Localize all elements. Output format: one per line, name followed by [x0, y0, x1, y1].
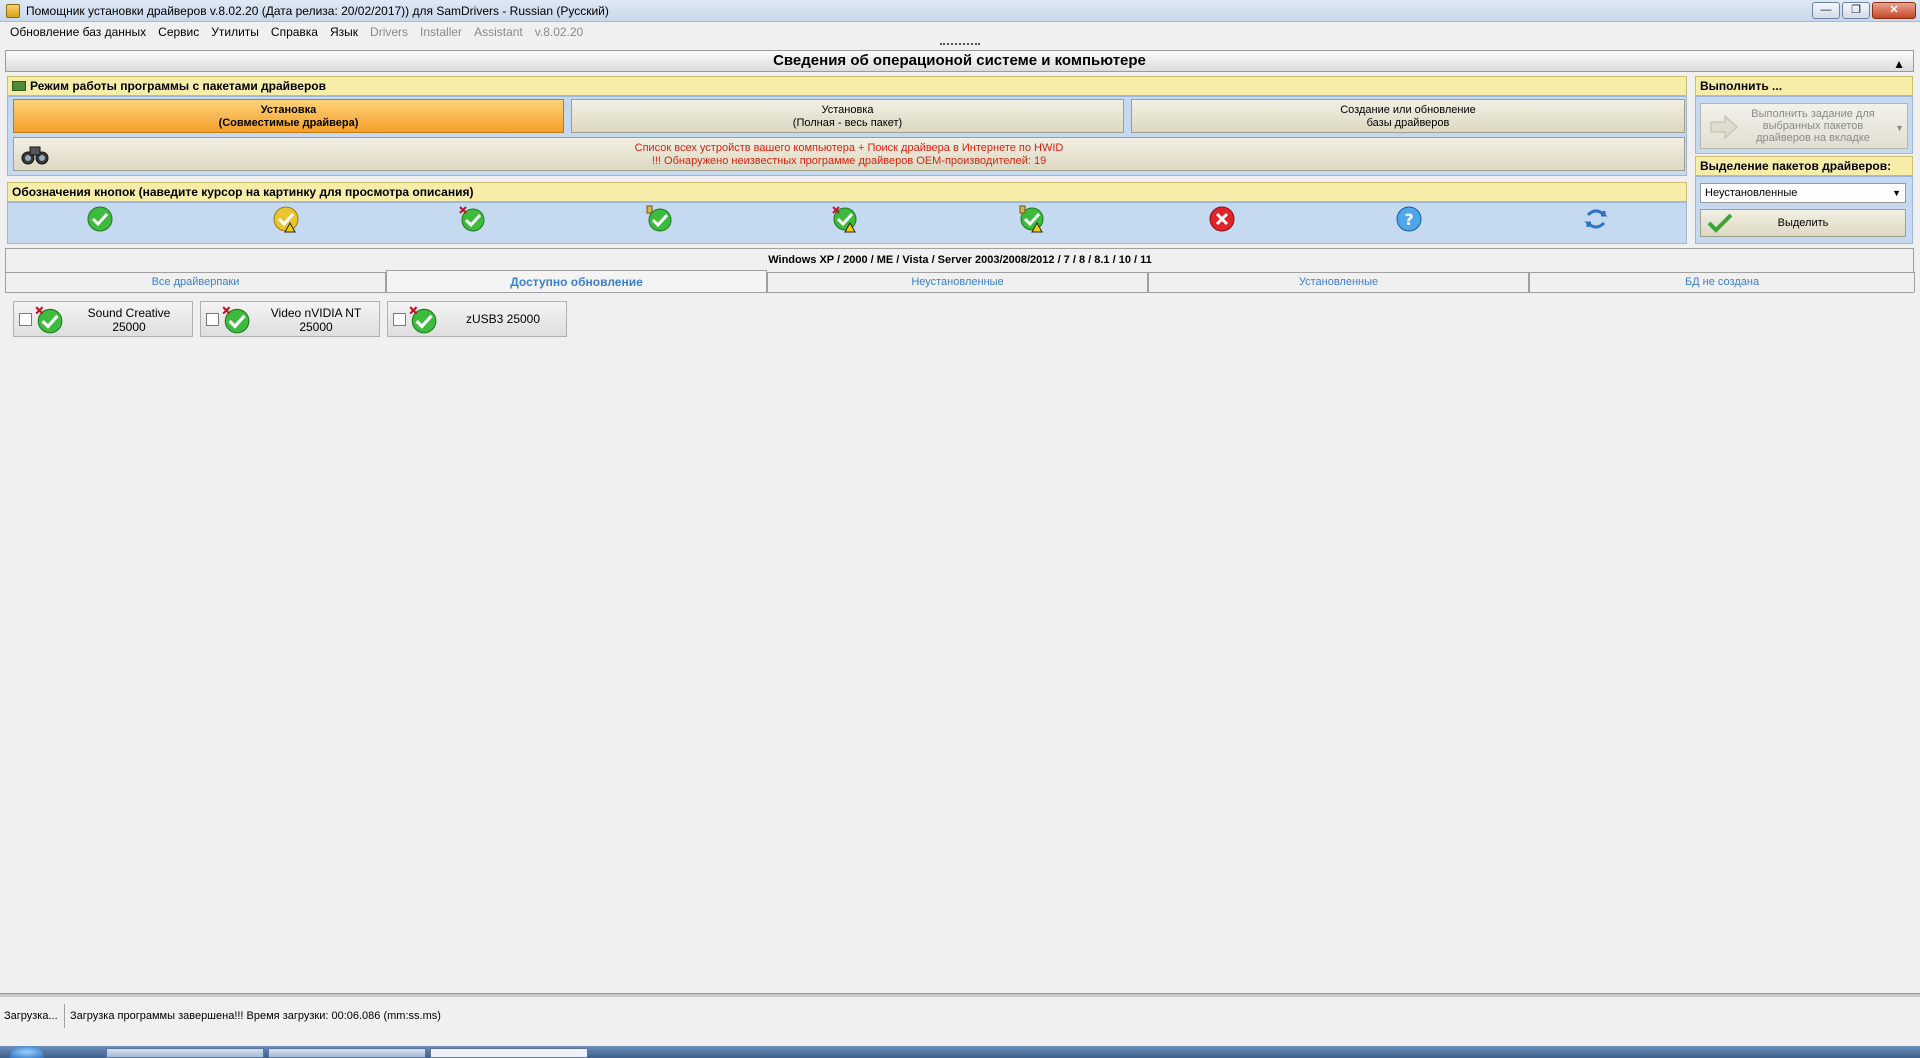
triangle-up-icon[interactable]: ▲ [1893, 54, 1905, 74]
mode-panel-title: Режим работы программы с пакетами драйве… [30, 79, 326, 93]
execute-task-button[interactable]: Выполнить задание для выбранных пакетов … [1700, 103, 1908, 149]
check-mark-icon [1707, 213, 1733, 233]
maximize-button[interactable]: ❐ [1842, 2, 1870, 19]
taskbar-button[interactable] [268, 1048, 426, 1058]
menu-item-utilities[interactable]: Утилиты [205, 25, 265, 39]
green-check-tool-icon[interactable] [645, 205, 673, 233]
menu-item-installer: Installer [420, 24, 463, 39]
create-db-line2: базы драйверов [1366, 117, 1450, 129]
chevron-down-icon[interactable]: ▼ [1895, 122, 1904, 134]
execute-panel-header: Выполнить ... [1695, 76, 1913, 96]
chevron-down-icon: ▼ [1892, 188, 1901, 198]
status-message: Загрузка программы завершена!!! Время за… [70, 1010, 441, 1022]
green-check-new-icon[interactable] [458, 205, 486, 233]
install-full-button[interactable]: Установка (Полная - весь пакет) [571, 99, 1124, 133]
menu-item-service[interactable]: Сервис [152, 25, 205, 39]
blue-refresh-arrows-icon[interactable] [1582, 205, 1610, 233]
red-cross-icon[interactable] [1208, 205, 1236, 233]
window-title: Помощник установки драйверов v.8.02.20 (… [26, 3, 609, 18]
pack-name: Sound Creative [87, 306, 171, 320]
hwid-line1: Список всех устройств вашего компьютера … [634, 142, 1064, 154]
tab-all-driverpacks[interactable]: Все драйверпаки [5, 272, 386, 292]
pack-name: Video nVIDIA NT [270, 306, 362, 320]
app-icon [6, 3, 20, 18]
blue-question-icon[interactable]: ? [1395, 205, 1423, 233]
section-title: Сведения об операционой системе и компью… [773, 52, 1146, 69]
menu-item-version: v.8.02.20 [534, 24, 584, 39]
hwid-line2: !!! Обнаружено неизвестных программе дра… [651, 155, 1047, 167]
green-check-new-warning-icon[interactable] [831, 205, 859, 233]
menu-item-assistant: Assistant [474, 24, 523, 39]
select-button[interactable]: Выделить [1700, 209, 1906, 237]
pack-version: 25000 [299, 320, 333, 334]
title-bar: Помощник установки драйверов v.8.02.20 (… [0, 0, 1920, 22]
mode-panel-header: Режим работы программы с пакетами драйве… [7, 76, 1687, 96]
tab-update-available[interactable]: Доступно обновление [386, 270, 767, 292]
os-list-header: Windows XP / 2000 / ME / Vista / Server … [768, 254, 1152, 266]
driver-pack-video-nvidia[interactable]: Video nVIDIA NT 25000 [200, 301, 380, 337]
execute-line1: Выполнить задание для [1751, 108, 1875, 120]
selection-dropdown[interactable]: Неустановленные ▼ [1700, 183, 1906, 203]
yellow-check-warning-icon[interactable] [272, 205, 300, 233]
panel-icon [12, 81, 26, 91]
green-check-new-icon [222, 306, 250, 334]
hwid-search-button[interactable]: Список всех устройств вашего компьютера … [13, 137, 1685, 171]
selection-panel-header: Выделение пакетов драйверов: [1695, 156, 1913, 176]
pack-checkbox[interactable] [206, 313, 219, 326]
splitter-grip[interactable] [940, 43, 980, 48]
green-check-icon[interactable] [86, 205, 114, 233]
start-button[interactable] [10, 1046, 44, 1058]
taskbar [0, 1046, 1920, 1058]
section-header[interactable]: Сведения об операционой системе и компью… [5, 50, 1914, 72]
taskbar-button[interactable] [430, 1048, 588, 1058]
pack-checkbox[interactable] [393, 313, 406, 326]
arrow-right-icon [1710, 114, 1738, 140]
execute-line3: драйверов на вкладке [1756, 132, 1870, 144]
menu-bar: Обновление баз данных Сервис Утилиты Спр… [0, 22, 1920, 41]
create-db-line1: Создание или обновление [1340, 104, 1476, 116]
status-left: Загрузка... [4, 1010, 58, 1022]
taskbar-button[interactable] [106, 1048, 264, 1058]
status-separator [64, 1004, 65, 1028]
driver-pack-sound-creative[interactable]: Sound Creative 25000 [13, 301, 193, 337]
menu-item-drivers: Drivers [370, 24, 409, 39]
close-button[interactable]: ✕ [1872, 2, 1916, 19]
legend-panel-header: Обозначения кнопок (наведите курсор на к… [7, 182, 1687, 202]
menu-item-language[interactable]: Язык [324, 25, 364, 39]
driver-pack-zusb3[interactable]: zUSB3 25000 [387, 301, 567, 337]
selection-dropdown-value: Неустановленные [1705, 187, 1798, 199]
install-compatible-button[interactable]: Установка (Совместимые драйвера) [13, 99, 564, 133]
status-bar: Загрузка... Загрузка программы завершена… [0, 1000, 1920, 1032]
tab-bar: Все драйверпаки Доступно обновление Неус… [5, 270, 1915, 292]
tab-content-area [5, 292, 1914, 993]
install-full-line2: (Полная - весь пакет) [792, 117, 903, 129]
binoculars-icon [21, 146, 49, 165]
green-check-new-icon [35, 306, 63, 334]
install-compatible-line1: Установка [260, 104, 317, 116]
tab-db-not-created[interactable]: БД не создана [1529, 272, 1915, 292]
pack-checkbox[interactable] [19, 313, 32, 326]
minimize-button[interactable]: — [1812, 2, 1840, 19]
status-splitter[interactable] [0, 993, 1920, 997]
create-db-button[interactable]: Создание или обновление базы драйверов [1131, 99, 1685, 133]
execute-line2: выбранных пакетов [1762, 120, 1864, 132]
menu-item-help[interactable]: Справка [265, 25, 324, 39]
svg-text:?: ? [1404, 210, 1413, 229]
select-button-label: Выделить [1777, 217, 1829, 229]
menu-item-db-update[interactable]: Обновление баз данных [4, 25, 152, 39]
tab-installed[interactable]: Установленные [1148, 272, 1529, 292]
pack-version: 25000 [112, 320, 146, 334]
install-compatible-line2: (Совместимые драйвера) [218, 117, 359, 129]
green-check-new-icon [409, 306, 437, 334]
tab-not-installed[interactable]: Неустановленные [767, 272, 1148, 292]
install-full-line1: Установка [821, 104, 874, 116]
pack-name: zUSB3 25000 [465, 312, 541, 326]
green-check-tool-warning-icon[interactable] [1018, 205, 1046, 233]
